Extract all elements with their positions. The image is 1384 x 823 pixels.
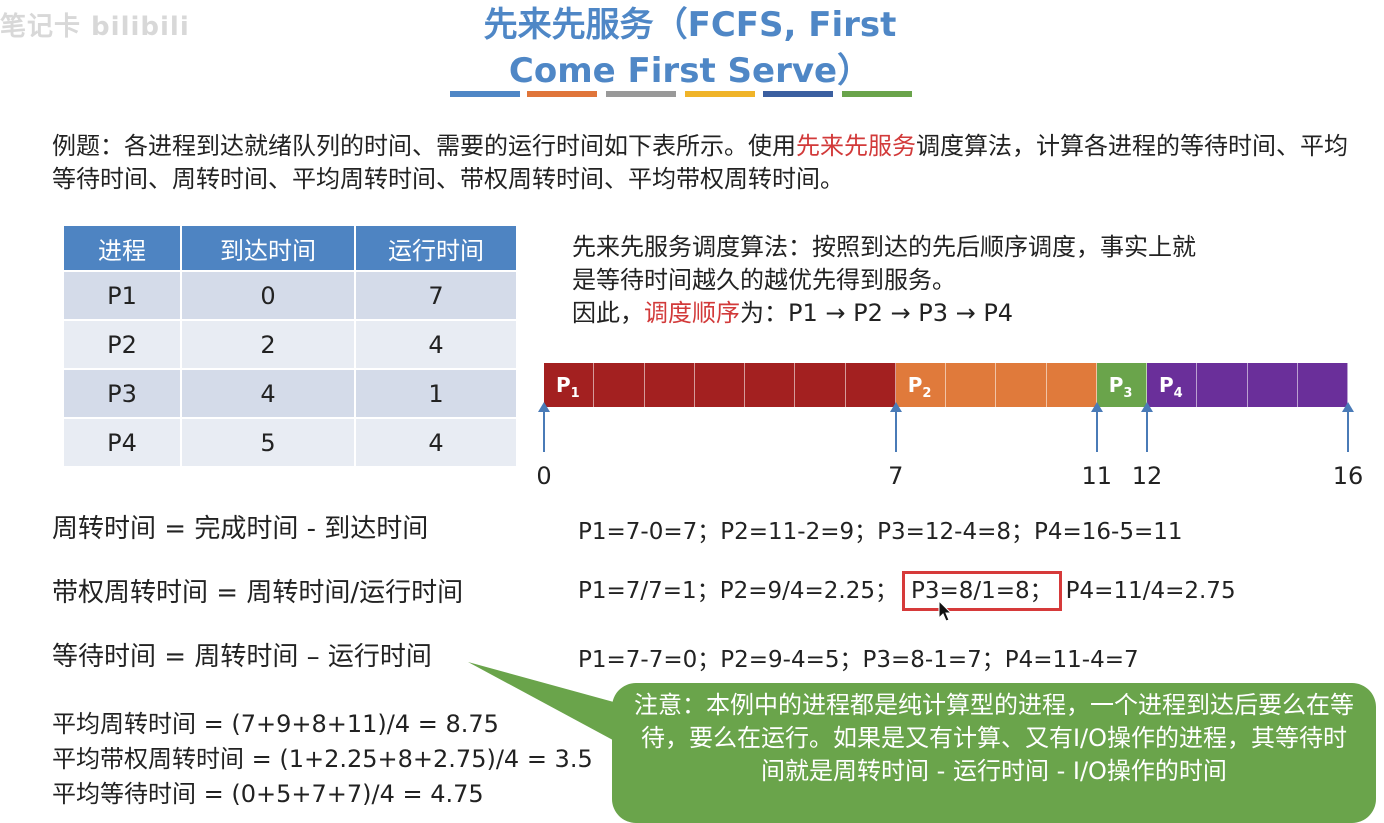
weighted-calc-b: P4=11/4=2.75 <box>1065 578 1236 604</box>
time-arrow <box>889 402 902 452</box>
table-cell: 5 <box>182 419 354 466</box>
time-tick-label: 0 <box>536 462 552 490</box>
time-tick-label: 7 <box>888 462 904 490</box>
table-cell: 1 <box>356 370 516 417</box>
table-cell: 7 <box>356 272 516 319</box>
avg-waiting: 平均等待时间 = (0+5+7+7)/4 = 4.75 <box>52 780 484 808</box>
time-arrow <box>538 402 550 452</box>
gantt-cell <box>1046 363 1097 407</box>
gantt-cell <box>644 363 695 407</box>
accent-bar <box>527 91 597 97</box>
gantt-cell <box>795 363 846 407</box>
avg-weighted: 平均带权周转时间 = (1+2.25+8+2.75)/4 = 3.5 <box>52 745 593 773</box>
time-tick-label: 11 <box>1081 462 1113 490</box>
gantt-cell <box>996 363 1047 407</box>
gantt-cell <box>946 363 997 407</box>
averages: 平均周转时间 = (7+9+8+11)/4 = 8.75 平均带权周转时间 = … <box>52 707 593 812</box>
table-cell: P4 <box>64 419 180 466</box>
waiting-calc: P1=7-7=0；P2=9-4=5；P3=8-1=7；P4=11-4=7 <box>578 647 1139 673</box>
table-cell: P1 <box>64 272 180 319</box>
time-tick-label: 16 <box>1332 462 1364 490</box>
gantt-cell: P4 <box>1147 363 1198 407</box>
table-header: 运行时间 <box>356 226 516 270</box>
gantt-cell <box>694 363 745 407</box>
table-cell: 4 <box>356 321 516 368</box>
description-line-2: 是等待时间越久的越优先得到服务。 <box>572 266 956 294</box>
gantt-cell <box>1197 363 1248 407</box>
table-row: P4 5 4 <box>64 419 516 466</box>
title-line-1: 先来先服务（FCFS, First <box>483 5 897 45</box>
table-cell: 0 <box>182 272 354 319</box>
description-line-3: 因此，调度顺序为：P1 → P2 → P3 → P4 <box>572 297 1352 330</box>
question-text: 例题：各进程到达就绪队列的时间、需要的运行时间如下表所示。使用先来先服务调度算法… <box>52 130 1352 196</box>
time-arrow <box>1342 402 1354 452</box>
turnaround-formula: 周转时间 = 完成时间 - 到达时间 <box>52 514 429 544</box>
highlight-box: P3=8/1=8； <box>901 571 1062 611</box>
table-cell: 2 <box>182 321 354 368</box>
waiting-formula: 等待时间 = 周转时间 – 运行时间 <box>52 642 432 672</box>
table-header: 到达时间 <box>182 226 354 270</box>
note-callout: 注意：本例中的进程都是纯计算型的进程，一个进程到达后要么在等待，要么在运行。如果… <box>612 683 1376 823</box>
gantt-cell: P1 <box>544 363 595 407</box>
slide-title: 先来先服务（FCFS, First Come First Serve） <box>440 2 940 94</box>
gantt-cell <box>1247 363 1298 407</box>
description-line-1: 先来先服务调度算法：按照到达的先后顺序调度，事实上就 <box>572 233 1196 261</box>
gantt-label: P1 <box>556 373 580 401</box>
title-line-2: Come First Serve） <box>508 51 872 91</box>
accent-bar <box>450 91 520 97</box>
weighted-calc: P1=7/7=1；P2=9/4=2.25； P3=8/1=8； P4=11/4=2.… <box>578 570 1236 612</box>
algorithm-description: 先来先服务调度算法：按照到达的先后顺序调度，事实上就 是等待时间越久的越优先得到… <box>572 231 1352 330</box>
table-row: P1 0 7 <box>64 272 516 319</box>
table-header-row: 进程 到达时间 运行时间 <box>64 226 516 270</box>
table-cell: 4 <box>356 419 516 466</box>
gantt-label: P3 <box>1108 373 1133 401</box>
weighted-formula: 带权周转时间 = 周转时间/运行时间 <box>52 578 464 608</box>
weighted-calc-a: P1=7/7=1；P2=9/4=2.25； <box>578 578 898 604</box>
gantt-cell <box>845 363 896 407</box>
turnaround-calc: P1=7-0=7；P2=11-2=9；P3=12-4=8；P4=16-5=11 <box>578 519 1183 545</box>
gantt-label: P4 <box>1159 373 1183 401</box>
watermark: 笔记卡 bilibili <box>0 12 190 42</box>
table-cell: 4 <box>182 370 354 417</box>
gantt-cell: P2 <box>895 363 946 407</box>
accent-bar <box>763 91 833 97</box>
question-highlight: 先来先服务 <box>796 132 916 160</box>
time-arrow <box>1141 402 1153 452</box>
description-highlight: 调度顺序 <box>644 299 740 327</box>
gantt-label: P2 <box>907 373 932 401</box>
table-cell: P2 <box>64 321 180 368</box>
question-prefix: 例题：各进程到达就绪队列的时间、需要的运行时间如下表所示。使用 <box>52 132 796 160</box>
description-suffix: 为：P1 → P2 → P3 → P4 <box>740 299 1014 327</box>
table-row: P2 2 4 <box>64 321 516 368</box>
process-table: 进程 到达时间 运行时间 P1 0 7 P2 2 4 P3 4 1 P4 5 4 <box>62 224 518 468</box>
gantt-chart: P1 P2 P3 P4 <box>544 363 1348 407</box>
accent-bar <box>606 91 676 97</box>
accent-bar <box>685 91 755 97</box>
description-prefix: 因此， <box>572 299 644 327</box>
avg-turnaround: 平均周转时间 = (7+9+8+11)/4 = 8.75 <box>52 710 499 738</box>
mouse-cursor-icon <box>938 600 953 622</box>
gantt-cell: P3 <box>1096 363 1147 407</box>
table-cell: P3 <box>64 370 180 417</box>
accent-bar <box>842 91 912 97</box>
gantt-cell <box>594 363 645 407</box>
gantt-cell <box>745 363 796 407</box>
time-arrow <box>1090 402 1103 452</box>
time-tick-label: 12 <box>1131 462 1163 490</box>
table-header: 进程 <box>64 226 180 270</box>
table-row: P3 4 1 <box>64 370 516 417</box>
gantt-cell <box>1297 363 1348 407</box>
